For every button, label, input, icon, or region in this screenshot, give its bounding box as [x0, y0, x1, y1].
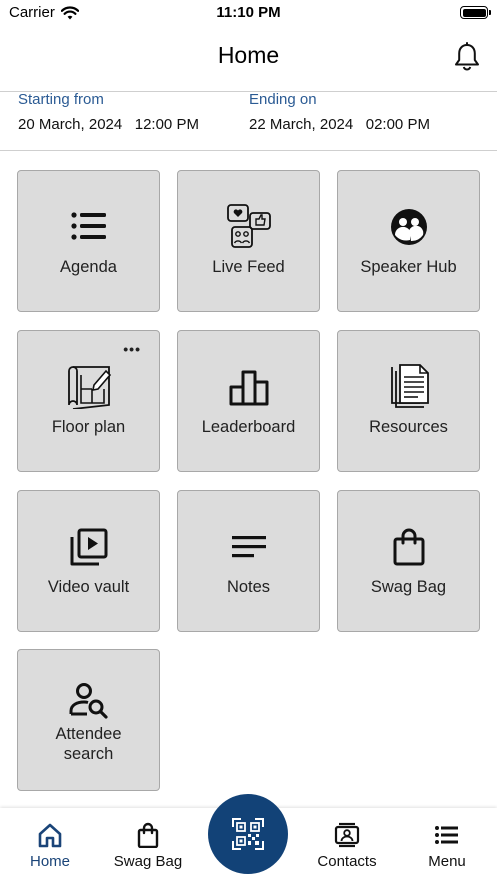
documents-icon — [390, 364, 429, 408]
status-time: 11:10 PM — [216, 4, 281, 21]
social-feed-icon — [226, 204, 271, 248]
tile-video-vault[interactable]: Video vault — [17, 490, 160, 632]
tile-label: Floor plan — [51, 418, 126, 436]
tile-speaker-hub[interactable]: Speaker Hub — [337, 170, 480, 312]
start-label: Starting from — [18, 91, 104, 108]
tab-home[interactable]: Home — [5, 808, 95, 883]
nav-header: Home — [0, 28, 497, 92]
tile-label: Leaderboard — [201, 418, 296, 436]
tile-live-feed[interactable]: Live Feed — [177, 170, 320, 312]
status-bar: Carrier 11:10 PM — [0, 0, 497, 28]
list-icon — [70, 212, 106, 240]
tab-label: Menu — [428, 853, 466, 870]
notes-lines-icon — [231, 536, 266, 558]
event-end: Ending on 22 March, 2024 02:00 PM — [249, 91, 430, 134]
tab-contacts[interactable]: Contacts — [302, 808, 392, 883]
tile-swag-bag[interactable]: Swag Bag — [337, 490, 480, 632]
tab-label: Home — [29, 853, 70, 870]
start-value: 20 March, 2024 12:00 PM — [18, 116, 199, 133]
home-icon — [38, 823, 62, 848]
shopping-bag-icon — [393, 528, 424, 566]
tile-label: Resources — [369, 418, 448, 436]
end-value: 22 March, 2024 02:00 PM — [249, 116, 430, 133]
more-options-icon[interactable]: ••• — [123, 341, 141, 357]
video-library-icon — [70, 528, 107, 566]
shopping-bag-icon — [137, 822, 159, 848]
tab-label: Contacts — [317, 853, 377, 870]
qr-code-icon — [232, 818, 264, 850]
qr-scan-button[interactable] — [208, 794, 288, 874]
tile-leaderboard[interactable]: Leaderboard — [177, 330, 320, 472]
podium-icon — [229, 370, 268, 406]
tab-swag-bag[interactable]: Swag Bag — [103, 808, 193, 883]
bell-icon[interactable] — [453, 42, 481, 72]
tile-floor-plan[interactable]: ••• Floor plan — [17, 330, 160, 472]
tile-label: Notes — [226, 578, 271, 596]
page-title: Home — [217, 42, 280, 68]
event-start: Starting from 20 March, 2024 12:00 PM — [18, 91, 199, 134]
person-search-icon — [69, 683, 108, 719]
tile-label: Video vault — [47, 578, 130, 596]
people-circle-icon — [390, 209, 427, 245]
tile-label: Attendee search — [55, 725, 122, 763]
tile-label: Live Feed — [212, 258, 285, 276]
contacts-icon — [334, 822, 360, 848]
tile-label: Swag Bag — [370, 578, 447, 596]
menu-icon — [435, 826, 458, 844]
tile-attendee-search[interactable]: Attendee search — [17, 649, 160, 791]
tab-label: Swag Bag — [113, 853, 183, 870]
tile-resources[interactable]: Resources — [337, 330, 480, 472]
tile-notes[interactable]: Notes — [177, 490, 320, 632]
event-date-row: Starting from 20 March, 2024 12:00 PM En… — [0, 91, 497, 151]
tile-label: Speaker Hub — [360, 258, 457, 276]
battery-icon — [460, 6, 491, 19]
tab-menu[interactable]: Menu — [402, 808, 492, 883]
tile-label: Agenda — [60, 258, 117, 276]
blueprint-icon — [67, 366, 111, 409]
end-label: Ending on — [249, 91, 317, 108]
bottom-tab-bar: Home Swag Bag Contacts Menu — [0, 794, 497, 883]
tile-agenda[interactable]: Agenda — [17, 170, 160, 312]
